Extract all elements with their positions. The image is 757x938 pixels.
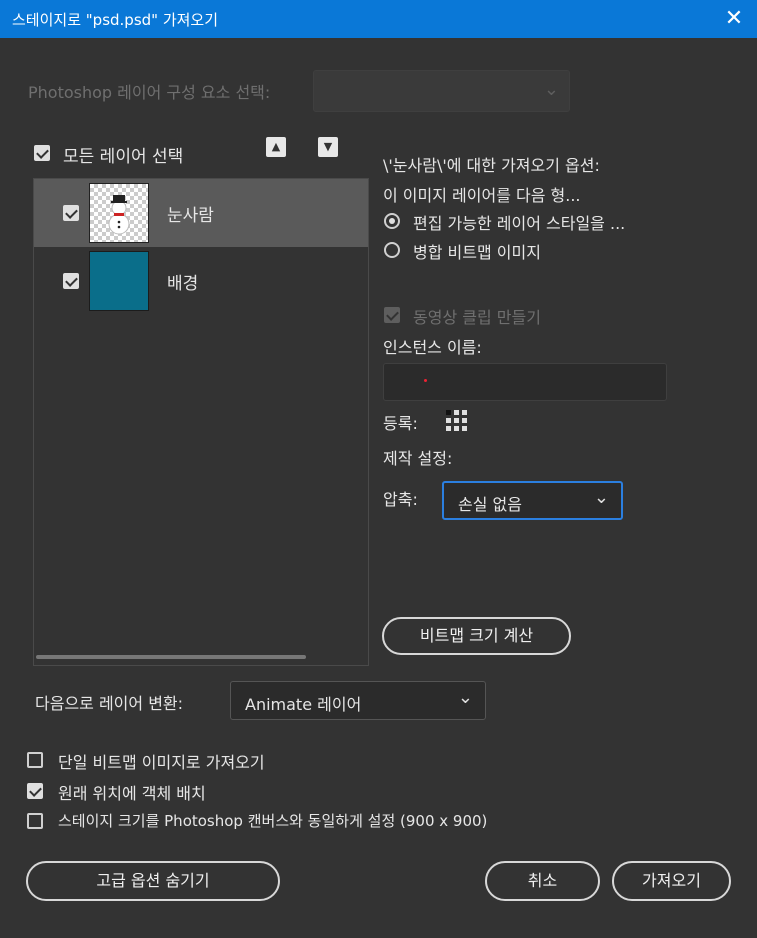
comp-select-label: Photoshop 레이어 구성 요소 선택: — [28, 83, 271, 102]
radio-editable-label: 편집 가능한 레이어 스타일을 ... — [413, 214, 626, 233]
comp-select: ⌄ — [313, 70, 570, 112]
movie-clip-checkbox — [384, 307, 400, 323]
layer-row-snowman[interactable]: 눈사람 — [34, 179, 368, 247]
expand-all-icon[interactable]: ▼ — [318, 137, 338, 157]
publish-settings-label: 제작 설정: — [383, 449, 453, 468]
cursor-dot-icon — [424, 379, 427, 382]
single-bitmap-label: 단일 비트맵 이미지로 가져오기 — [58, 753, 265, 772]
options-heading: \'눈사람\'에 대한 가져오기 옵션: — [383, 156, 600, 175]
teal-fill-thumbnail — [89, 251, 149, 311]
compression-label: 압축: — [383, 490, 418, 509]
compression-value: 손실 없음 — [458, 495, 522, 514]
instance-name-label: 인스턴스 이름: — [383, 338, 482, 357]
chevron-down-icon: ⌄ — [593, 487, 609, 508]
select-all-label: 모든 레이어 선택 — [63, 147, 184, 167]
original-position-label: 원래 위치에 객체 배치 — [58, 784, 206, 803]
stage-size-checkbox[interactable] — [27, 813, 43, 829]
radio-flatten-label: 병합 비트맵 이미지 — [413, 243, 541, 262]
layer-checkbox[interactable] — [63, 273, 79, 289]
collapse-all-icon[interactable]: ▲ — [266, 137, 286, 157]
compression-select[interactable]: 손실 없음 ⌄ — [442, 481, 623, 520]
single-bitmap-checkbox[interactable] — [27, 752, 43, 768]
layer-checkbox[interactable] — [63, 205, 79, 221]
snowman-thumbnail — [89, 183, 149, 243]
registration-label: 등록: — [383, 414, 418, 433]
calc-bitmap-size-button[interactable]: 비트맵 크기 계산 — [382, 617, 571, 655]
title-bar: 스테이지로 "psd.psd" 가져오기 ✕ — [0, 0, 757, 38]
layer-name: 배경 — [167, 274, 199, 294]
layer-row-background[interactable]: 배경 — [34, 247, 368, 315]
import-as-label: 이 이미지 레이어를 다음 형... — [383, 186, 581, 205]
layer-name: 눈사람 — [167, 206, 214, 226]
radio-flatten-bitmap[interactable] — [384, 242, 400, 258]
cancel-button[interactable]: 취소 — [485, 861, 600, 901]
instance-name-field[interactable] — [383, 363, 667, 401]
original-position-checkbox[interactable] — [27, 783, 43, 799]
select-all-checkbox[interactable] — [34, 145, 50, 161]
convert-layers-select[interactable]: Animate 레이어 ⌄ — [230, 681, 486, 720]
movie-clip-label: 동영상 클립 만들기 — [413, 308, 541, 327]
layers-list: 눈사람 배경 — [33, 178, 369, 666]
chevron-down-icon: ⌄ — [543, 79, 559, 100]
horizontal-scrollbar[interactable] — [36, 655, 306, 659]
chevron-down-icon: ⌄ — [457, 687, 473, 708]
stage-size-label: 스테이지 크기를 Photoshop 캔버스와 동일하게 설정 (900 x 9… — [58, 812, 488, 830]
registration-grid-icon[interactable] — [444, 408, 470, 434]
convert-layers-label: 다음으로 레이어 변환: — [35, 694, 184, 713]
radio-editable-styles[interactable] — [384, 213, 400, 229]
close-icon[interactable]: ✕ — [721, 6, 747, 32]
window-title: 스테이지로 "psd.psd" 가져오기 — [12, 11, 219, 29]
convert-layers-value: Animate 레이어 — [245, 695, 362, 714]
hide-advanced-options-button[interactable]: 고급 옵션 숨기기 — [26, 861, 280, 901]
import-button[interactable]: 가져오기 — [612, 861, 731, 901]
